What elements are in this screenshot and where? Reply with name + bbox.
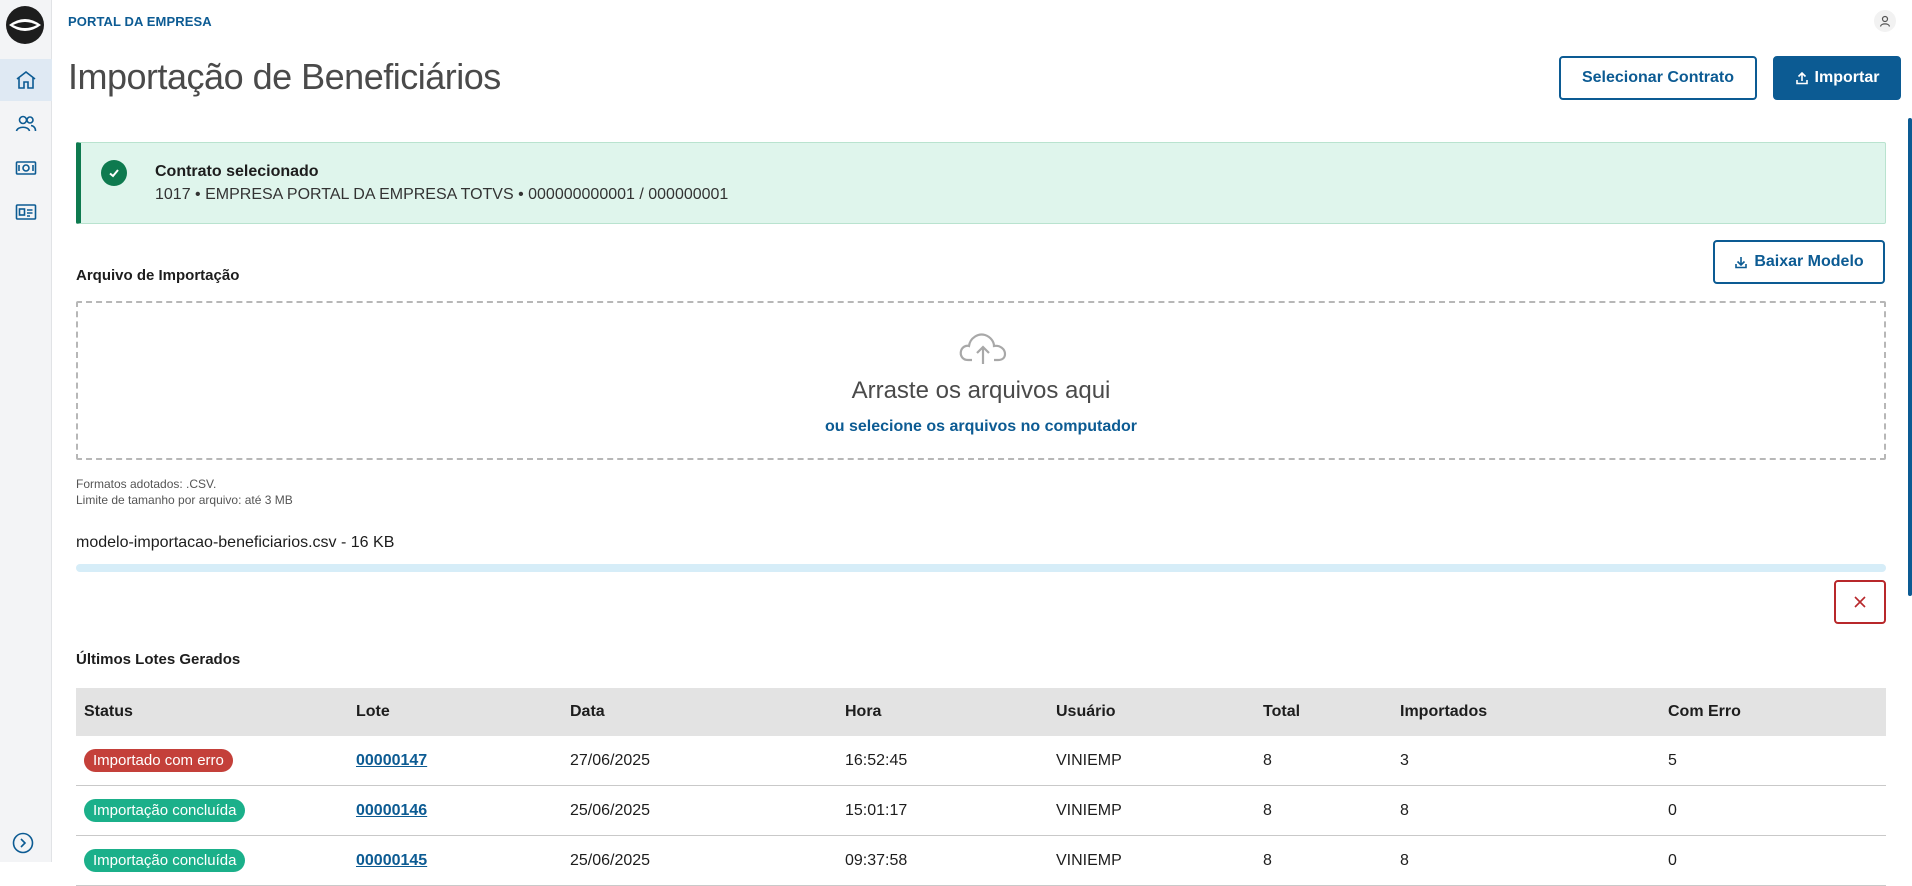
check-circle-icon xyxy=(101,160,127,186)
batch-link[interactable]: 00000145 xyxy=(356,852,427,869)
user-icon xyxy=(1879,15,1891,27)
expand-sidebar-icon[interactable] xyxy=(12,832,34,854)
total-cell: 8 xyxy=(1263,751,1272,769)
portal-label: PORTAL DA EMPRESA xyxy=(68,14,212,29)
column-header: Lote xyxy=(356,703,390,720)
time-cell: 16:52:45 xyxy=(845,751,908,769)
upload-progress-bar xyxy=(76,564,1886,572)
imported-cell: 8 xyxy=(1400,851,1409,869)
date-cell: 25/06/2025 xyxy=(570,851,651,869)
upload-icon xyxy=(1795,71,1808,85)
time-cell: 15:01:17 xyxy=(845,801,908,819)
batch-link[interactable]: 00000147 xyxy=(356,752,427,769)
import-label: Importar xyxy=(1814,69,1880,86)
table-row: Importado com erro 00000147 27/06/2025 1… xyxy=(76,736,1886,786)
uploaded-file-name: modelo-importacao-beneficiarios.csv - 16… xyxy=(76,534,395,551)
company-logo xyxy=(6,6,44,44)
remove-file-button[interactable] xyxy=(1834,580,1886,624)
page-title: Importação de Beneficiários xyxy=(68,56,501,97)
time-cell: 09:37:58 xyxy=(845,851,908,869)
main-content: PORTAL DA EMPRESA Importação de Benefici… xyxy=(52,0,1912,886)
upload-progress-fill xyxy=(76,564,1886,572)
column-header: Hora xyxy=(845,703,882,720)
status-badge: Importado com erro xyxy=(84,749,233,772)
alert-description: 1017 • EMPRESA PORTAL DA EMPRESA TOTVS •… xyxy=(155,186,729,203)
error-cell: 5 xyxy=(1668,751,1677,769)
user-cell: VINIEMP xyxy=(1056,851,1122,869)
sidebar-item-finance[interactable] xyxy=(0,147,52,189)
contract-selected-alert: Contrato selecionado 1017 • EMPRESA PORT… xyxy=(76,142,1886,224)
table-row: Importação concluída 00000145 25/06/2025… xyxy=(76,836,1886,886)
download-template-label: Baixar Modelo xyxy=(1754,253,1864,270)
money-icon xyxy=(15,161,37,175)
date-cell: 25/06/2025 xyxy=(570,801,651,819)
sidebar-item-cards[interactable] xyxy=(0,191,52,233)
table-header: Status Lote Data Hora Usuário Total Impo… xyxy=(76,688,1886,736)
select-files-link[interactable]: ou selecione os arquivos no computador xyxy=(78,418,1884,436)
column-header: Importados xyxy=(1400,703,1488,720)
table-row: Importação concluída 00000146 25/06/2025… xyxy=(76,786,1886,836)
column-header: Com Erro xyxy=(1668,703,1741,720)
status-badge: Importação concluída xyxy=(84,849,246,872)
home-icon xyxy=(16,70,36,89)
download-template-button[interactable]: Baixar Modelo xyxy=(1713,240,1885,284)
scrollbar[interactable] xyxy=(1908,118,1912,596)
alert-title: Contrato selecionado xyxy=(155,163,319,180)
column-header: Data xyxy=(570,703,605,720)
imported-cell: 8 xyxy=(1400,801,1409,819)
id-card-icon xyxy=(15,204,37,220)
total-cell: 8 xyxy=(1263,851,1272,869)
users-icon xyxy=(15,115,37,132)
total-cell: 8 xyxy=(1263,801,1272,819)
user-cell: VINIEMP xyxy=(1056,801,1122,819)
sidebar-item-home[interactable] xyxy=(0,59,52,101)
column-header: Total xyxy=(1263,703,1301,720)
column-header: Status xyxy=(84,703,133,720)
batches-table: Status Lote Data Hora Usuário Total Impo… xyxy=(76,688,1886,886)
formats-hint: Formatos adotados: .CSV. xyxy=(76,477,217,491)
status-badge: Importação concluída xyxy=(84,799,246,822)
error-cell: 0 xyxy=(1668,801,1677,819)
drop-title: Arraste os arquivos aqui xyxy=(851,377,1111,404)
user-cell: VINIEMP xyxy=(1056,751,1122,769)
imported-cell: 3 xyxy=(1400,751,1409,769)
sidebar xyxy=(0,0,52,862)
cloud-upload-icon xyxy=(959,333,1007,364)
recent-batches-label: Últimos Lotes Gerados xyxy=(76,651,241,668)
batch-link[interactable]: 00000146 xyxy=(356,802,427,819)
download-icon xyxy=(1735,257,1748,269)
column-header: Usuário xyxy=(1056,703,1116,720)
select-contract-label: Selecionar Contrato xyxy=(1581,69,1735,86)
import-file-label: Arquivo de Importação xyxy=(76,267,240,284)
size-hint: Limite de tamanho por arquivo: até 3 MB xyxy=(76,493,293,507)
close-icon xyxy=(1854,596,1866,608)
error-cell: 0 xyxy=(1668,851,1677,869)
select-contract-button[interactable]: Selecionar Contrato xyxy=(1559,56,1757,100)
user-menu[interactable] xyxy=(1874,10,1896,32)
import-button[interactable]: Importar xyxy=(1773,56,1901,100)
sidebar-item-beneficiaries[interactable] xyxy=(0,103,52,145)
date-cell: 27/06/2025 xyxy=(570,751,651,769)
file-dropzone[interactable]: Arraste os arquivos aqui ou selecione os… xyxy=(76,301,1886,460)
